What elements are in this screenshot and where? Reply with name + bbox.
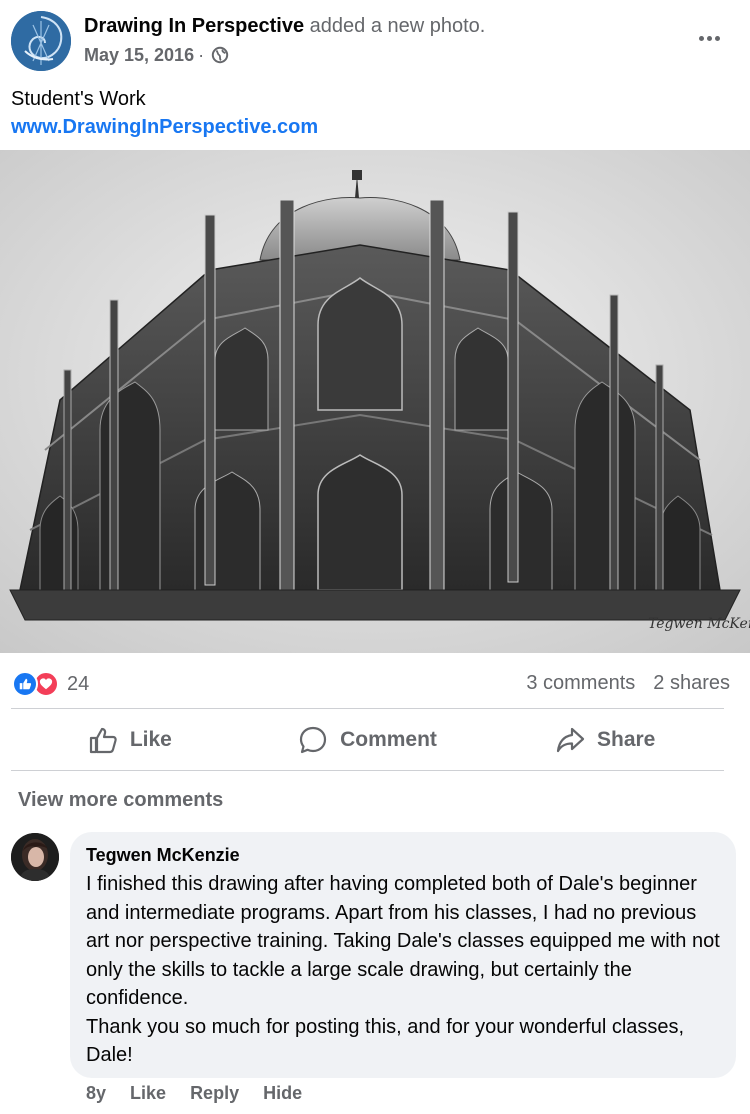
author-line: Drawing In Perspective added a new photo… [84,14,485,38]
shares-count-link[interactable]: 2 shares [653,672,730,695]
taj-mahal-drawing: Tegwen McKenzie [0,150,750,653]
comment-bubble: Tegwen McKenzie I finished this drawing … [70,832,736,1078]
comment-text: I finished this drawing after having com… [86,873,720,1066]
post-actions: Like Comment Share [11,710,724,770]
divider [11,770,724,771]
comment-label: Comment [340,728,437,751]
commenter-photo [11,833,59,881]
post-action-text: added a new photo. [309,15,486,37]
thumbs-up-icon [89,727,117,754]
post-photo[interactable]: Tegwen McKenzie [0,150,750,653]
view-more-comments-link[interactable]: View more comments [18,789,223,812]
reaction-count: 24 [67,672,90,695]
dot [698,35,704,41]
globe-icon[interactable] [211,46,229,64]
like-button[interactable]: Like [11,710,249,770]
comment-hide-button[interactable]: Hide [263,1083,302,1104]
post-header: Drawing In Perspective added a new photo… [0,0,750,80]
engagement-stats: 3 comments 2 shares [526,672,730,695]
share-label: Share [596,728,656,751]
comment-reply-button[interactable]: Reply [190,1083,239,1104]
share-arrow-icon [556,727,585,753]
spiral-staircase-logo [11,11,71,71]
post-meta: May 15, 2016 · [84,44,229,66]
reactions-summary[interactable]: 24 [12,670,89,698]
comment-author-link[interactable]: Tegwen McKenzie [86,844,720,866]
page-avatar[interactable] [11,11,71,71]
more-options-icon[interactable] [694,28,724,48]
comments-count-link[interactable]: 3 comments [526,672,635,695]
meta-separator: · [198,45,205,65]
dot [706,35,712,41]
like-reaction-icon [12,671,38,697]
like-label: Like [129,728,172,751]
comment-bubble-icon [299,726,327,754]
divider [11,708,724,709]
post-date[interactable]: May 15, 2016 [84,44,194,66]
dot [714,35,720,41]
share-button[interactable]: Share [486,710,724,770]
artist-signature: Tegwen McKenzie [648,616,750,632]
page-name-link[interactable]: Drawing In Perspective [84,15,304,37]
comment-like-button[interactable]: Like [130,1083,166,1104]
comment-age[interactable]: 8y [86,1083,106,1104]
post-link[interactable]: www.DrawingInPerspective.com [11,114,318,140]
comment-button[interactable]: Comment [249,710,487,770]
commenter-avatar[interactable] [11,833,59,881]
comment-actions: 8y Like Reply Hide [86,1083,302,1104]
post-text: Student's Work [11,88,146,110]
